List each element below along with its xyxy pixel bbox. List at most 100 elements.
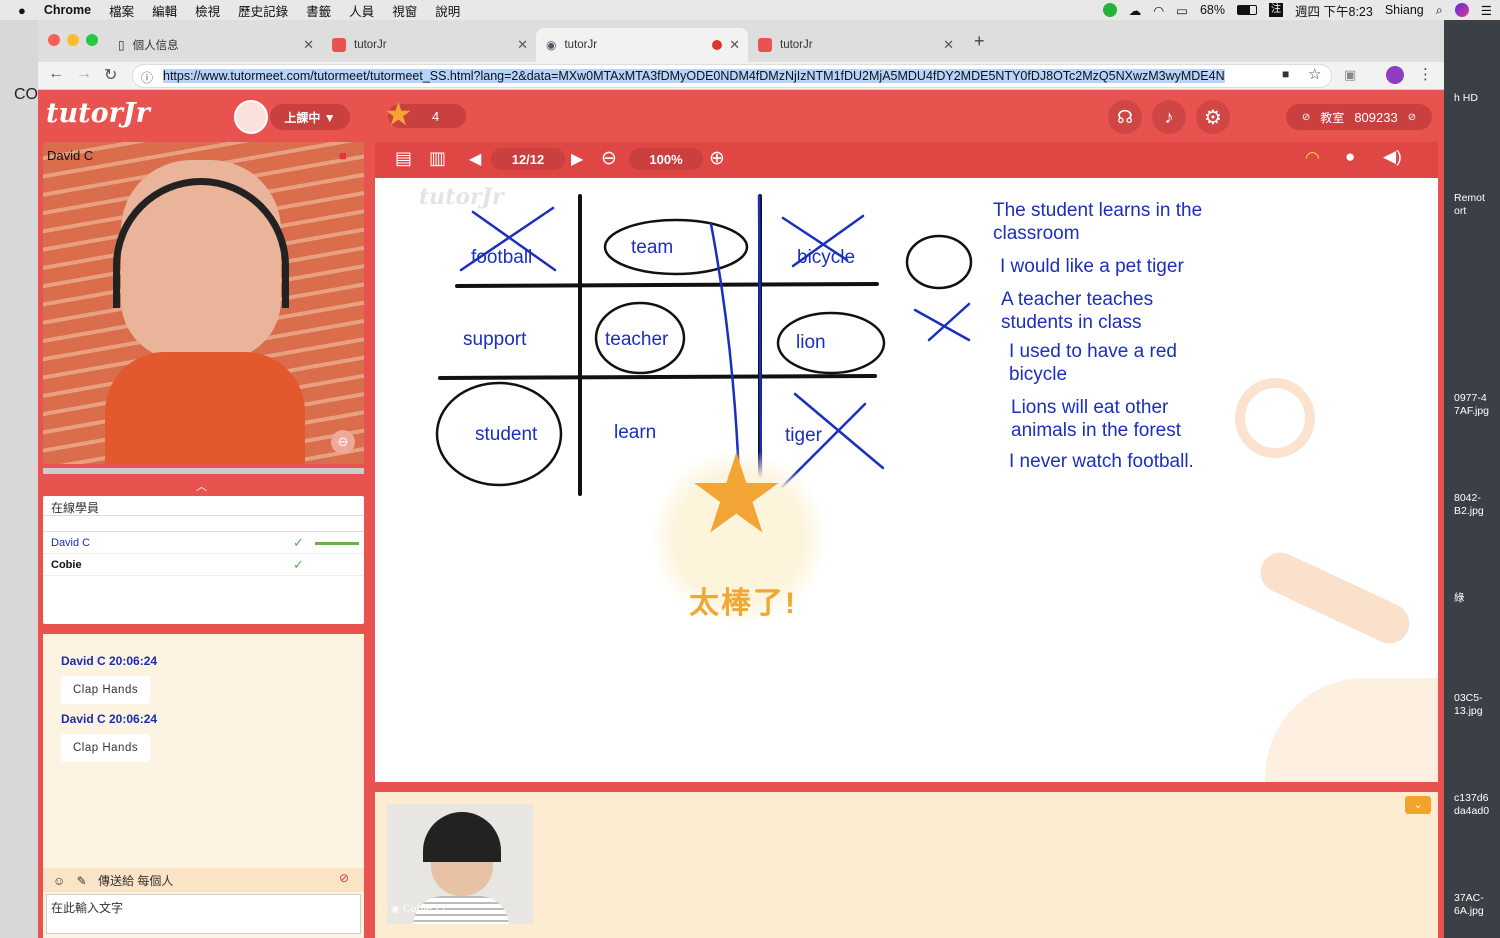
input-method-icon[interactable]: 注 <box>1269 3 1284 17</box>
wifi-icon[interactable]: ◠ <box>1153 3 1164 18</box>
menu-file[interactable]: 檔案 <box>109 1 134 20</box>
mac-menubar: ● Chrome 檔案 編輯 檢視 歷史記錄 書籤 人員 視窗 說明 ☁ ◠ ▭… <box>0 0 1500 20</box>
tab-strip: ▯ 個人信息 ✕ tutorJr ✕ ◉ tutorJr ✕ tutorJr ✕… <box>38 20 1444 62</box>
support-headset-button[interactable]: ☊ <box>1108 100 1142 134</box>
grid-word: student <box>475 424 538 445</box>
emoji-icon[interactable]: ☺ <box>53 874 65 888</box>
tab-title: tutorJr <box>780 39 813 51</box>
desktop-file-label[interactable]: 8042- B2.jpg <box>1454 492 1484 518</box>
headset-icon: ☊ <box>1117 106 1133 127</box>
star-icon: ★ <box>384 96 413 132</box>
next-page-icon[interactable]: ▶ <box>571 149 583 169</box>
address-bar[interactable]: ⓘ https://www.tutormeet.com/tutormeet/tu… <box>132 64 1332 88</box>
chat-message: Clap Hands <box>61 734 151 762</box>
tab-title: tutorJr <box>354 39 387 51</box>
app-header: tutorJr 上課中 ▼ ★ 4 ☊ ♪ ⚙ ⊘ 教室 809233 ⊘ <box>38 90 1444 142</box>
left-sidebar: David C ■ ⊖ ︿ 在線學員 David C ✓ Cobie ✓ Dav… <box>38 142 374 938</box>
collapse-chevron-icon[interactable]: ⌄ <box>1405 796 1431 814</box>
microphone-icon[interactable]: ● <box>1345 147 1355 167</box>
apple-icon[interactable]: ● <box>18 3 26 18</box>
notification-icon[interactable]: ☰ <box>1481 3 1492 18</box>
bookmark-star-icon[interactable]: ☆ <box>1308 65 1321 83</box>
more-menu-icon[interactable]: ⋮ <box>1418 65 1433 83</box>
desktop-file-label[interactable]: 37AC- 6A.jpg <box>1454 892 1484 918</box>
tab-personal-info[interactable]: ▯ 個人信息 ✕ <box>110 28 322 62</box>
check-icon: ✓ <box>293 557 304 572</box>
sticker-icon[interactable]: ✎ <box>77 874 87 888</box>
volume-slider[interactable] <box>315 542 359 545</box>
chat-input[interactable]: 在此輸入文字 <box>46 894 361 934</box>
drawing-layer <box>435 194 973 496</box>
menu-people[interactable]: 人員 <box>349 1 374 20</box>
zoom-in-icon[interactable]: ⊕ <box>709 147 725 170</box>
close-window-button[interactable] <box>48 34 60 46</box>
page-indicator: 12/12 <box>491 148 565 170</box>
class-status-dropdown[interactable]: 上課中 ▼ <box>270 104 350 130</box>
block-icon[interactable]: ⊘ <box>339 871 349 885</box>
gear-icon: ⚙ <box>1204 106 1222 129</box>
tutorjr-favicon-icon <box>332 38 346 52</box>
airplay-icon[interactable]: ▭ <box>1176 3 1188 18</box>
tab-tutorjr-3[interactable]: tutorJr ✕ <box>750 28 962 62</box>
user-name[interactable]: Shiang <box>1385 3 1424 17</box>
clock[interactable]: 週四 下午8:23 <box>1295 1 1373 20</box>
maximize-window-button[interactable] <box>86 34 98 46</box>
menu-window[interactable]: 視窗 <box>392 1 417 20</box>
close-tab-icon[interactable]: ✕ <box>303 37 314 53</box>
forward-icon[interactable]: → <box>76 65 92 83</box>
desktop-file-label[interactable]: 綠 <box>1454 592 1465 605</box>
back-icon[interactable]: ← <box>48 65 64 83</box>
online-user-row[interactable]: David C ✓ <box>43 532 364 554</box>
avatar[interactable] <box>234 100 268 134</box>
menu-bookmarks[interactable]: 書籤 <box>306 1 331 20</box>
close-tab-icon[interactable]: ✕ <box>729 37 740 53</box>
zoom-out-icon[interactable]: ⊖ <box>601 147 617 170</box>
tutorjr-favicon-icon <box>758 38 772 52</box>
profile-avatar[interactable] <box>1386 66 1404 84</box>
desktop-file-label[interactable]: c137d6 da4ad0 <box>1454 792 1489 818</box>
teacher-shirt <box>105 352 305 464</box>
minimize-window-button[interactable] <box>67 34 79 46</box>
reload-icon[interactable]: ↻ <box>104 65 117 85</box>
teacher-video: David C ■ ⊖ <box>43 142 364 464</box>
info-icon[interactable]: ⓘ <box>141 69 153 86</box>
menu-help[interactable]: 說明 <box>435 1 460 20</box>
online-user-row[interactable]: Cobie ✓ <box>43 554 364 576</box>
desktop-file-label[interactable]: 0977-4 7AF.jpg <box>1454 392 1489 418</box>
notes-icon[interactable]: ▤ <box>395 148 412 169</box>
extension-icon[interactable]: ▣ <box>1344 67 1356 83</box>
tab-tutorjr-active[interactable]: ◉ tutorJr ✕ <box>536 28 748 62</box>
spotlight-icon[interactable]: ⌕ <box>1436 3 1443 18</box>
new-tab-icon[interactable]: + <box>974 31 985 52</box>
whiteboard[interactable]: tutorJr football team bicycle support te… <box>375 178 1438 782</box>
send-to-selector[interactable]: 傳送給 每個人 <box>98 874 173 888</box>
video-camera-icon: ■ <box>339 148 347 163</box>
battery-percent[interactable]: 68% <box>1200 3 1225 17</box>
close-tab-icon[interactable]: ✕ <box>943 37 954 53</box>
chevron-up-icon[interactable]: ︿ <box>196 478 207 494</box>
online-panel-title: 在線學員 <box>43 496 364 516</box>
prev-page-icon[interactable]: ◀ <box>469 149 481 169</box>
camera-icon[interactable]: ■ <box>1282 67 1289 81</box>
line-icon[interactable] <box>1102 3 1117 17</box>
online-user-name: Cobie <box>51 559 82 571</box>
cloud-icon[interactable]: ☁ <box>1129 3 1142 18</box>
online-user-name: David C <box>51 537 91 549</box>
menu-app-name[interactable]: Chrome <box>44 3 91 17</box>
siri-icon[interactable] <box>1454 3 1469 17</box>
menu-edit[interactable]: 編輯 <box>152 1 177 20</box>
star-counter[interactable]: ★ 4 <box>384 98 466 130</box>
menu-view[interactable]: 檢視 <box>195 1 220 20</box>
close-tab-icon[interactable]: ✕ <box>517 37 528 53</box>
menu-history[interactable]: 歷史記錄 <box>238 1 288 20</box>
desktop-file-label[interactable]: h HD <box>1454 92 1478 105</box>
zoom-out-icon[interactable]: ⊖ <box>331 430 355 454</box>
desktop-file-label[interactable]: Remot ort <box>1454 192 1485 218</box>
notifications-button[interactable]: ♪ <box>1152 100 1186 134</box>
tab-tutorjr-1[interactable]: tutorJr ✕ <box>324 28 536 62</box>
battery-icon <box>1237 5 1258 15</box>
settings-button[interactable]: ⚙ <box>1196 100 1230 134</box>
download-icon[interactable]: ▥ <box>429 148 446 169</box>
speaker-icon[interactable]: ◀) <box>1383 147 1402 167</box>
desktop-file-label[interactable]: 03C5- 13.jpg <box>1454 692 1483 718</box>
